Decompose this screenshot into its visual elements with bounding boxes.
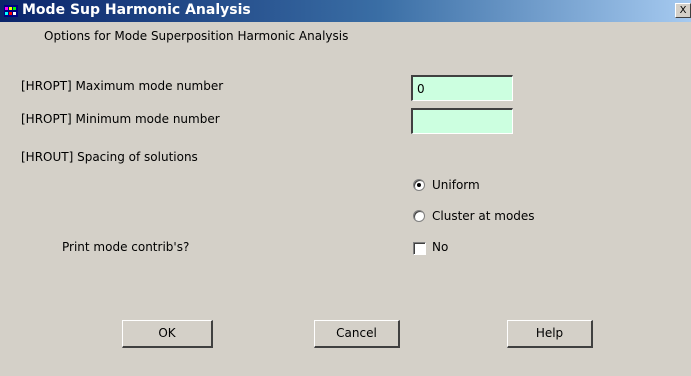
uniform-label[interactable]: Uniform	[432, 178, 480, 192]
radio-selected-dot	[417, 183, 421, 187]
dialog-heading: Options for Mode Superposition Harmonic …	[44, 29, 349, 43]
max-mode-input[interactable]	[411, 75, 513, 101]
help-button[interactable]: Help	[507, 320, 593, 348]
close-button[interactable]: X	[675, 3, 691, 18]
print-mode-contrib-label: Print mode contrib's?	[62, 240, 190, 254]
max-mode-label: [HROPT] Maximum mode number	[21, 79, 224, 93]
cancel-button[interactable]: Cancel	[314, 320, 400, 348]
close-icon: X	[679, 5, 687, 16]
print-mode-contrib-checkbox-label[interactable]: No	[432, 240, 448, 254]
dialog-window: Mode Sup Harmonic Analysis X Options for…	[0, 0, 691, 376]
cluster-at-modes-label[interactable]: Cluster at modes	[432, 209, 535, 223]
print-mode-contrib-checkbox[interactable]	[413, 242, 426, 255]
window-title: Mode Sup Harmonic Analysis	[22, 2, 251, 18]
app-icon	[4, 5, 18, 17]
title-bar[interactable]: Mode Sup Harmonic Analysis X	[0, 0, 691, 22]
min-mode-input[interactable]	[411, 108, 513, 134]
ok-button[interactable]: OK	[122, 320, 213, 348]
uniform-radio[interactable]	[413, 179, 425, 191]
cluster-at-modes-radio[interactable]	[413, 210, 425, 222]
spacing-label: [HROUT] Spacing of solutions	[21, 150, 198, 164]
min-mode-label: [HROPT] Minimum mode number	[21, 112, 220, 126]
